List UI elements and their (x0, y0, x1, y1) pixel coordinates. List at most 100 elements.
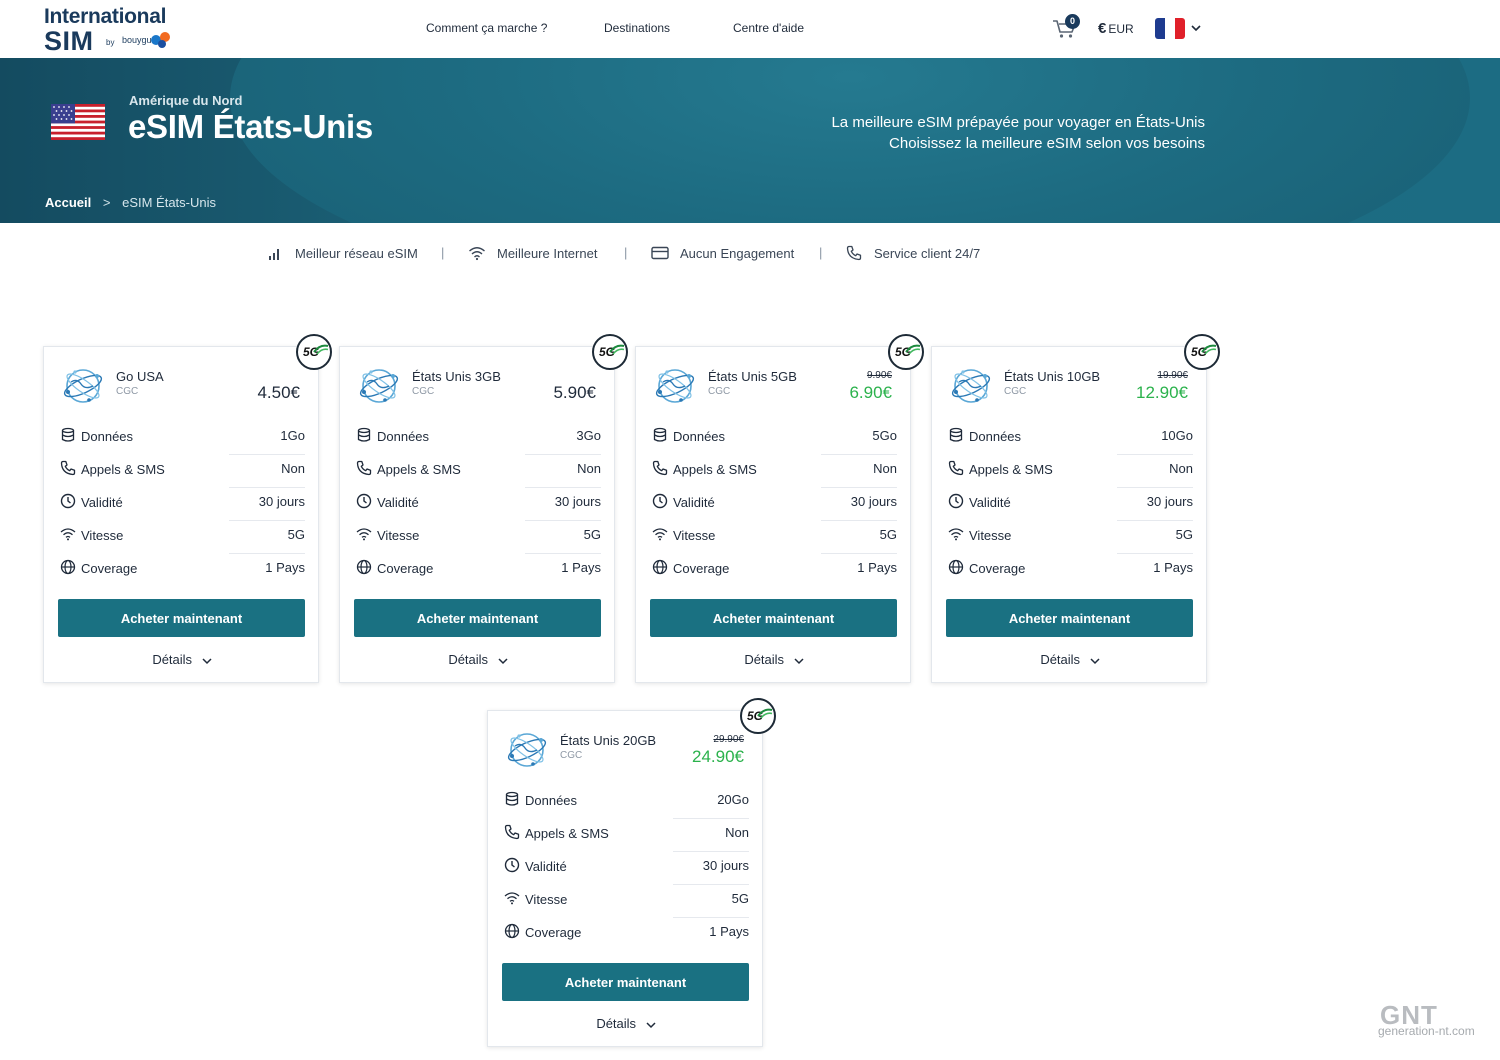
plan-card-2: États Unis 3GB CGC 5.90€ 5G Données 3Go Ap… (339, 334, 628, 683)
spec-value: 10Go (1161, 428, 1193, 443)
spec-label: Validité (969, 495, 1011, 510)
globe-icon (948, 559, 964, 575)
international-sim-logo[interactable]: International SIM by bouygues (44, 5, 184, 56)
plan-name: États Unis 5GB (708, 369, 797, 384)
spec-row: Données 10Go (947, 422, 1193, 455)
globe-network-icon (951, 369, 991, 403)
globe-network-icon (507, 733, 547, 767)
5g-badge: 5G (592, 334, 628, 370)
details-label: Détails (744, 652, 785, 667)
5g-signal-arc-icon (905, 344, 921, 355)
plan-old-price: 9.90€ (866, 370, 892, 381)
wifi-icon (652, 526, 668, 542)
plan-card-4: États Unis 10GB CGC 19.90€ 12.90€ 5G Don… (931, 334, 1220, 683)
spec-value: 20Go (717, 792, 749, 807)
page-title: eSIM États-Unis (128, 108, 373, 145)
5g-signal-arc-icon (757, 708, 773, 719)
database-icon (356, 427, 372, 443)
top-navigation-bar: International SIM by bouygues Comment ça… (0, 0, 1500, 58)
wifi-icon (948, 526, 964, 542)
wifi-icon (60, 526, 76, 542)
euro-icon: € (1098, 20, 1107, 37)
plan-spec-list: Données 5Go Appels & SMS Non Validité 30 jour… (651, 422, 897, 587)
plan-spec-list: Données 20Go Appels & SMS Non Validité 30 jou… (503, 786, 749, 951)
5g-badge: 5G (888, 334, 924, 370)
database-icon (504, 791, 520, 807)
spec-value: 5G (287, 527, 305, 542)
clock-icon (60, 493, 76, 509)
signal-bars-icon (269, 249, 279, 260)
plan-price: 12.90€ (1136, 383, 1188, 402)
details-toggle[interactable]: Détails (44, 652, 320, 667)
plan-terms-link[interactable]: CGC (560, 750, 582, 761)
spec-label: Appels & SMS (969, 462, 1053, 477)
spec-label: Coverage (81, 561, 138, 576)
spec-label: Vitesse (969, 528, 1012, 543)
chevron-down-icon (794, 658, 804, 664)
spec-label: Données (81, 429, 134, 444)
chevron-down-icon (202, 658, 212, 664)
details-toggle[interactable]: Détails (636, 652, 912, 667)
phone-icon (504, 824, 520, 840)
spec-value: 5G (879, 527, 897, 542)
feature-divider: | (819, 245, 823, 260)
hero-region: Amérique du Nord (129, 93, 243, 108)
spec-value: 30 jours (702, 858, 749, 873)
plan-terms-link[interactable]: CGC (1004, 386, 1026, 397)
buy-now-button[interactable]: Acheter maintenant (650, 599, 897, 637)
card-icon (651, 246, 669, 260)
spec-value: 1 Pays (1153, 560, 1193, 575)
chevron-down-icon (646, 1022, 656, 1028)
globe-icon (504, 923, 520, 939)
spec-value: Non (725, 825, 749, 840)
spec-value: 30 jours (554, 494, 601, 509)
spec-row: Appels & SMS Non (947, 455, 1193, 488)
spec-row: Appels & SMS Non (355, 455, 601, 488)
buy-now-button[interactable]: Acheter maintenant (354, 599, 601, 637)
globe-network-icon (63, 369, 103, 403)
hero-tagline-line-2: Choisissez la meilleure eSIM selon vos b… (889, 135, 1205, 152)
5g-signal-arc-icon (313, 344, 329, 355)
details-toggle[interactable]: Détails (488, 1016, 764, 1031)
feature-label: Meilleur réseau eSIM (295, 246, 418, 261)
buy-now-button[interactable]: Acheter maintenant (502, 963, 749, 1001)
spec-row: Coverage 1 Pays (59, 554, 305, 587)
database-icon (60, 427, 76, 443)
spec-row: Validité 30 jours (355, 488, 601, 521)
bouygues-mark-icon (151, 32, 170, 48)
breadcrumb-home-link[interactable]: Accueil (45, 195, 91, 210)
plan-terms-link[interactable]: CGC (412, 386, 434, 397)
nav-help-center[interactable]: Centre d'aide (733, 21, 804, 35)
spec-label: Vitesse (673, 528, 716, 543)
buy-now-button[interactable]: Acheter maintenant (946, 599, 1193, 637)
spec-label: Appels & SMS (673, 462, 757, 477)
plan-old-price: 19.90€ (1157, 370, 1188, 381)
phone-icon (60, 460, 76, 476)
nav-destinations[interactable]: Destinations (604, 21, 670, 35)
database-icon (652, 427, 668, 443)
details-toggle[interactable]: Détails (932, 652, 1208, 667)
clock-icon (948, 493, 964, 509)
chevron-down-icon[interactable] (1190, 20, 1202, 36)
hero-banner: Amérique du Nord eSIM États-Unis La meil… (0, 58, 1500, 223)
plan-name: États Unis 20GB (560, 733, 657, 748)
spec-row: Coverage 1 Pays (355, 554, 601, 587)
spec-value: 1 Pays (561, 560, 601, 575)
nav-how-it-works[interactable]: Comment ça marche ? (426, 21, 547, 35)
plan-spec-list: Données 10Go Appels & SMS Non Validité 30 jou… (947, 422, 1193, 587)
plan-name: États Unis 10GB (1004, 369, 1101, 384)
plan-terms-link[interactable]: CGC (116, 386, 138, 397)
spec-row: Vitesse 5G (59, 521, 305, 554)
language-flag-france-icon[interactable] (1155, 18, 1185, 39)
spec-row: Coverage 1 Pays (503, 918, 749, 951)
details-toggle[interactable]: Détails (340, 652, 616, 667)
plan-old-price: 29.90€ (713, 734, 744, 745)
buy-now-button[interactable]: Acheter maintenant (58, 599, 305, 637)
spec-row: Coverage 1 Pays (651, 554, 897, 587)
currency-selector[interactable]: € EUR (1098, 20, 1134, 37)
globe-network-icon (655, 369, 695, 403)
wifi-icon (504, 890, 520, 906)
plan-price: 6.90€ (849, 383, 892, 402)
plan-terms-link[interactable]: CGC (708, 386, 730, 397)
spec-row: Validité 30 jours (503, 852, 749, 885)
